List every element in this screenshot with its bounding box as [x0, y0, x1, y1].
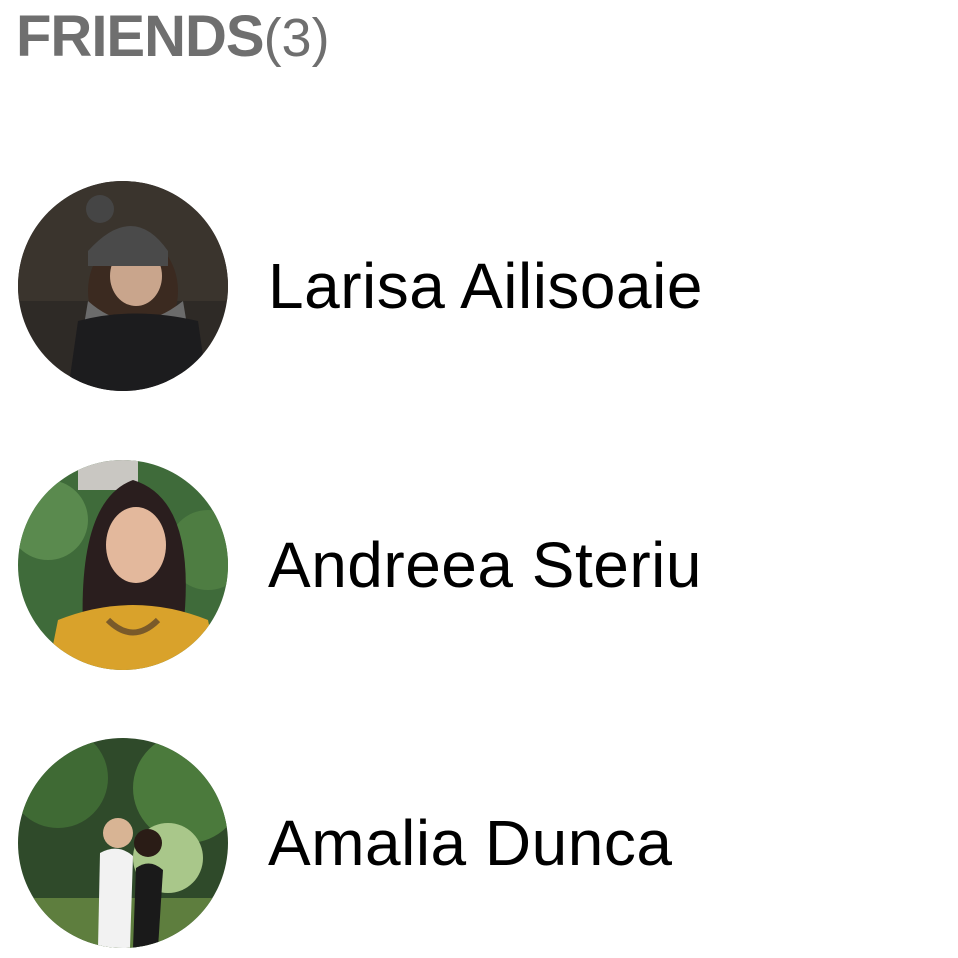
avatar-photo: [18, 181, 228, 391]
friend-name[interactable]: Amalia Dunca: [268, 806, 672, 880]
avatar-photo: [18, 738, 228, 948]
avatar[interactable]: [18, 181, 228, 391]
friend-name[interactable]: Larisa Ailisoaie: [268, 249, 703, 323]
friend-list-item[interactable]: Andreea Steriu: [18, 459, 918, 671]
friend-name[interactable]: Andreea Steriu: [268, 528, 702, 602]
friend-list-item[interactable]: Larisa Ailisoaie: [18, 180, 918, 392]
avatar[interactable]: [18, 738, 228, 948]
avatar[interactable]: [18, 460, 228, 670]
avatar-photo: [18, 460, 228, 670]
friend-list-item[interactable]: Amalia Dunca: [18, 737, 918, 949]
friends-list: Larisa Ailisoaie Andreea Steriu Amalia D…: [0, 0, 958, 958]
